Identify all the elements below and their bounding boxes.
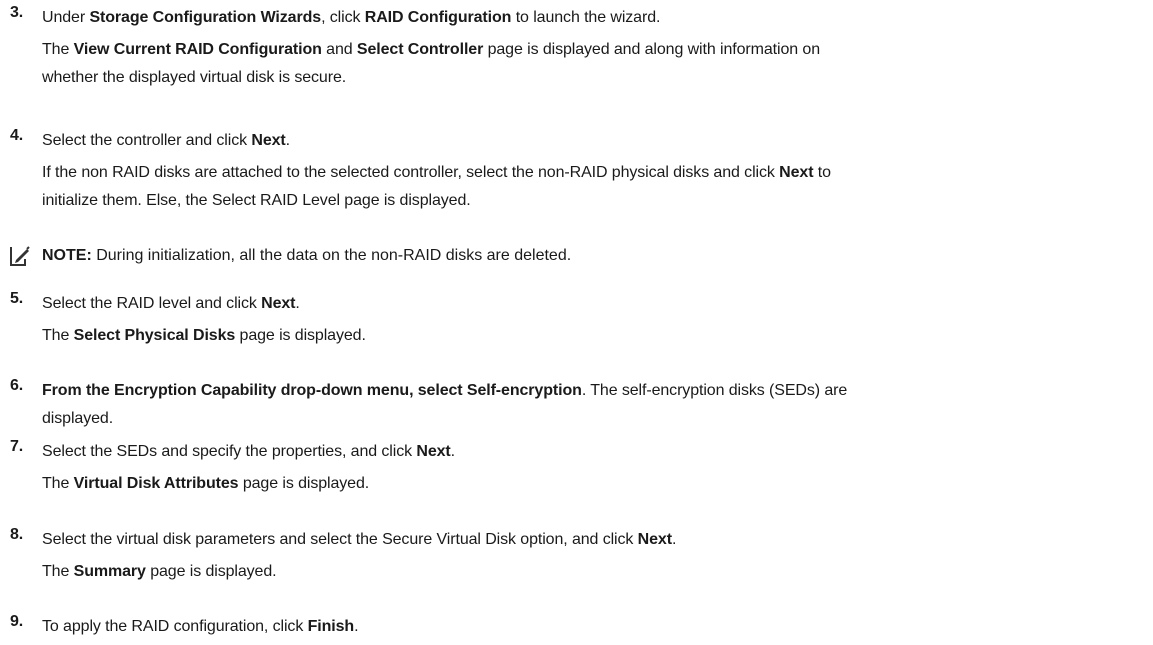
text-run: Select the SEDs and specify the properti… <box>42 443 417 460</box>
ui-term: Next <box>416 443 451 460</box>
step-body: Select the SEDs and specify the properti… <box>42 438 1132 498</box>
step-number: 6. <box>10 377 23 394</box>
step-body: Select the virtual disk parameters and s… <box>42 526 1132 586</box>
text-run: . <box>295 295 300 312</box>
step-result-cont: initialize them. Else, the Select RAID L… <box>42 192 471 209</box>
step-result: The Virtual Disk Attributes page is disp… <box>42 470 1132 498</box>
ui-term: View Current RAID Configuration <box>73 41 322 58</box>
ui-term: Select Physical Disks <box>73 327 236 344</box>
step-instruction: Under Storage Configuration Wizards, cli… <box>42 4 1132 32</box>
step-body: Select the RAID level and click Next. Th… <box>42 290 1132 350</box>
text-run: The <box>42 563 74 580</box>
text-run: page is displayed and along with informa… <box>483 41 821 58</box>
text-run: Select the virtual disk parameters and s… <box>42 531 638 548</box>
text-run: page is displayed. <box>235 327 366 344</box>
step-body: Under Storage Configuration Wizards, cli… <box>42 4 1132 92</box>
text-run: The <box>42 327 74 344</box>
step-body: Select the controller and click Next. If… <box>42 127 1132 215</box>
step-number: 5. <box>10 290 23 307</box>
step-instruction: Select the RAID level and click Next. <box>42 290 1132 318</box>
text-run: Select the RAID level and click <box>42 295 262 312</box>
pencil-note-icon <box>8 245 30 267</box>
step-body: From the Encryption Capability drop-down… <box>42 377 1132 433</box>
step-number: 7. <box>10 438 23 455</box>
text-run: The <box>42 475 74 492</box>
step-instruction: To apply the RAID configuration, click F… <box>42 613 1132 641</box>
step-body: To apply the RAID configuration, click F… <box>42 613 1132 641</box>
text-run: to launch the wizard. <box>511 9 661 26</box>
ui-term: RAID Configuration <box>364 9 512 26</box>
ui-term: Storage Configuration Wizards <box>89 9 322 26</box>
step-instruction: Select the SEDs and specify the properti… <box>42 438 1132 466</box>
ui-term: From the Encryption Capability drop-down… <box>42 382 582 399</box>
text-run: Under <box>42 9 90 26</box>
text-run: and <box>321 41 357 58</box>
step-number: 9. <box>10 613 23 630</box>
ui-term: Select Controller <box>356 41 484 58</box>
text-run: To apply the RAID configuration, click <box>42 618 308 635</box>
text-run: . <box>450 443 455 460</box>
ui-term: Next <box>637 531 672 548</box>
text-run: The <box>42 41 74 58</box>
note-text: NOTE: During initialization, all the dat… <box>42 242 571 270</box>
note-label: NOTE: <box>42 247 92 264</box>
text-run: page is displayed. <box>145 563 277 580</box>
ui-term: Virtual Disk Attributes <box>73 475 239 492</box>
step-result: The Summary page is displayed. <box>42 558 1132 586</box>
text-run: During initialization, all the data on t… <box>91 247 572 264</box>
step-number: 3. <box>10 4 23 21</box>
step-instruction: Select the virtual disk parameters and s… <box>42 526 1132 554</box>
step-instruction-cont: displayed. <box>42 410 114 427</box>
ui-term: Finish <box>307 618 355 635</box>
text-run: . The self-encryption disks (SEDs) are <box>581 382 848 399</box>
text-run: , click <box>321 9 365 26</box>
step-number: 8. <box>10 526 23 543</box>
ui-term: Summary <box>73 563 146 580</box>
step-result: The Select Physical Disks page is displa… <box>42 322 1132 350</box>
ui-term: Next <box>779 164 814 181</box>
text-run: to <box>813 164 831 181</box>
ui-term: Next <box>261 295 296 312</box>
text-run: page is displayed. <box>238 475 370 492</box>
step-instruction: Select the controller and click Next. <box>42 127 1132 155</box>
step-instruction: From the Encryption Capability drop-down… <box>42 377 1132 405</box>
step-number: 4. <box>10 127 23 144</box>
text-run: . <box>285 132 290 149</box>
step-result: If the non RAID disks are attached to th… <box>42 159 1132 187</box>
text-run: . <box>354 618 359 635</box>
text-run: If the non RAID disks are attached to th… <box>42 164 780 181</box>
ui-term: Next <box>251 132 286 149</box>
text-run: . <box>671 531 677 548</box>
document-page: 3. Under Storage Configuration Wizards, … <box>0 0 1153 645</box>
step-result: The View Current RAID Configuration and … <box>42 36 1132 64</box>
step-result-cont: whether the displayed virtual disk is se… <box>42 69 347 86</box>
text-run: Select the controller and click <box>42 132 252 149</box>
